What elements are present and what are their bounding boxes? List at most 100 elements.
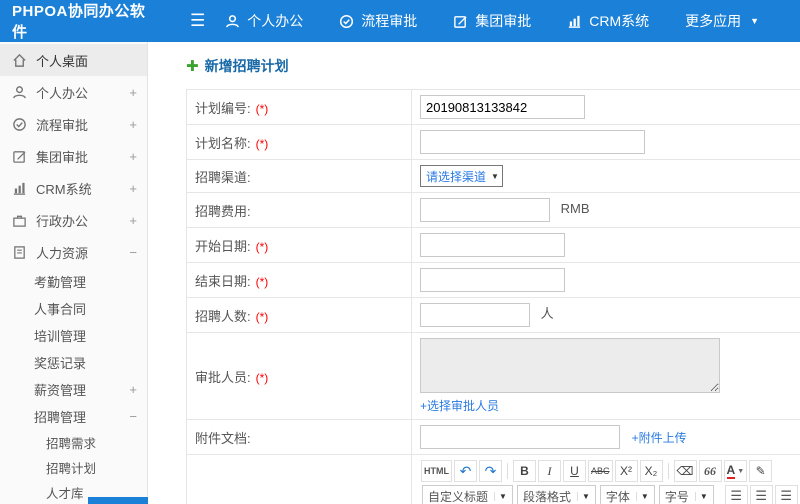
person-icon — [12, 85, 27, 100]
bold-button[interactable]: B — [513, 460, 536, 482]
top-navigation: 个人办公 流程审批 集团审批 CRM系统 更多应用 ▼ — [225, 11, 759, 31]
attachment-upload-link[interactable]: +附件上传 — [632, 429, 687, 446]
superscript-button[interactable]: X² — [614, 460, 638, 482]
subscript-button[interactable]: X₂ — [639, 460, 663, 482]
expand-toggle[interactable]: + — [125, 85, 137, 100]
remove-format-button[interactable]: ⌫ — [673, 460, 697, 482]
required-marker: (*) — [255, 239, 269, 254]
chevron-down-icon: ▼ — [737, 467, 745, 475]
form-row-plan-number: 计划编号: (*) — [186, 89, 800, 125]
topnav-personal-office[interactable]: 个人办公 — [225, 11, 303, 31]
align-left-icon[interactable]: ☰ — [724, 485, 748, 504]
highlight-button[interactable]: ✎ — [749, 460, 773, 482]
person-icon — [225, 14, 240, 29]
sidebar-item-recruit-demand[interactable]: 招聘需求 — [0, 430, 147, 455]
sidebar-item-rewards[interactable]: 奖惩记录 — [0, 349, 147, 376]
channel-select[interactable]: 请选择渠道 ▼ — [420, 165, 503, 187]
font-color-button[interactable]: A ▼ — [723, 460, 748, 482]
expand-toggle[interactable]: + — [125, 181, 137, 196]
hr-book-icon — [12, 245, 27, 260]
expand-toggle[interactable]: + — [125, 213, 137, 228]
strikethrough-button[interactable]: ABC — [588, 460, 613, 482]
plan-number-input[interactable] — [420, 95, 585, 119]
expand-toggle[interactable]: + — [125, 149, 137, 164]
field-label: 结束日期: (*) — [186, 262, 412, 298]
sidebar-item-label: 集团审批 — [36, 149, 89, 165]
sidebar-item-crm[interactable]: CRM系统 + — [0, 172, 147, 204]
chevron-down-icon: ▼ — [635, 491, 649, 501]
expand-toggle[interactable]: + — [125, 382, 137, 397]
flow-check-icon — [339, 14, 354, 29]
sidebar-item-label: CRM系统 — [36, 181, 92, 197]
hamburger-icon[interactable]: ☰ — [190, 11, 205, 31]
topnav-group-approval[interactable]: 集团审批 — [453, 11, 531, 31]
sidebar-item-workflow-approval[interactable]: 流程审批 + — [0, 108, 147, 140]
sidebar-item-group-approval[interactable]: 集团审批 + — [0, 140, 147, 172]
sidebar-item-label: 流程审批 — [36, 117, 89, 133]
sidebar-item-label: 个人桌面 — [36, 53, 89, 69]
collapse-toggle[interactable]: − — [125, 409, 137, 424]
field-label: 附件文档: — [186, 419, 412, 455]
sidebar-item-desktop[interactable]: 个人桌面 — [0, 44, 147, 76]
chevron-down-icon: ▼ — [494, 491, 507, 501]
choose-approvers-link[interactable]: +选择审批人员 — [420, 397, 499, 414]
topnav-crm[interactable]: CRM系统 — [567, 11, 649, 31]
sidebar-item-hr-contract[interactable]: 人事合同 — [0, 295, 147, 322]
sidebar-item-admin-office[interactable]: 行政办公 + — [0, 204, 147, 236]
underline-button[interactable]: U — [563, 460, 586, 482]
headcount-suffix: 人 — [540, 306, 554, 322]
sidebar-item-label: 招聘计划 — [46, 462, 97, 476]
sidebar: 个人桌面 个人办公 + 流程审批 + 集团审批 + CRM系统 + 行政办公 + — [0, 42, 148, 504]
field-label: 审批人员: (*) — [186, 332, 412, 420]
sidebar-item-hr[interactable]: 人力资源 − — [0, 236, 147, 268]
plan-name-input[interactable] — [420, 130, 645, 154]
end-date-input[interactable] — [420, 268, 565, 292]
editor-toolbar-row-1: HTML ↶ ↷ B I U ABC X² X₂ ⌫ 66 A ▼ ✎ — [420, 460, 800, 482]
sidebar-item-training[interactable]: 培训管理 — [0, 322, 147, 349]
approvers-textarea[interactable] — [420, 338, 720, 393]
start-date-input[interactable] — [420, 233, 565, 257]
paragraph-format-select[interactable]: 段落格式 ▼ — [516, 485, 596, 504]
sidebar-item-recruit-mgmt[interactable]: 招聘管理 − — [0, 403, 147, 430]
custom-heading-select[interactable]: 自定义标题 ▼ — [422, 485, 513, 504]
sidebar-item-recruit-plan[interactable]: 招聘计划 — [0, 455, 147, 480]
italic-button[interactable]: I — [538, 460, 561, 482]
sidebar-scrollbar[interactable] — [88, 497, 148, 504]
align-right-icon[interactable]: ☰ — [774, 485, 798, 504]
attachment-input[interactable] — [420, 425, 620, 449]
redo-button[interactable]: ↷ — [479, 460, 502, 482]
cost-input[interactable] — [420, 198, 550, 222]
sidebar-item-label: 培训管理 — [34, 329, 87, 344]
sidebar-item-attendance[interactable]: 考勤管理 — [0, 268, 147, 295]
sidebar-item-label: 个人办公 — [36, 85, 89, 101]
toolbar-separator — [507, 463, 508, 479]
main-content: ✚ 新增招聘计划 计划编号:(*) 计划名称:(*) 招聘渠道: 请选择渠道 ▼ — [148, 42, 800, 504]
form-row-editor: HTML ↶ ↷ B I U ABC X² X₂ ⌫ 66 A ▼ ✎ 自定义标… — [186, 454, 800, 504]
sidebar-item-personal-office[interactable]: 个人办公 + — [0, 76, 147, 108]
form-row-channel: 招聘渠道: 请选择渠道 ▼ — [186, 159, 800, 193]
expand-toggle[interactable]: + — [125, 117, 137, 132]
sidebar-item-label: 招聘需求 — [46, 437, 97, 451]
main-layout: 个人桌面 个人办公 + 流程审批 + 集团审批 + CRM系统 + 行政办公 + — [0, 42, 800, 504]
blockquote-button[interactable]: 66 — [698, 460, 722, 482]
font-family-select[interactable]: 字体 ▼ — [599, 485, 655, 504]
html-source-button[interactable]: HTML — [421, 460, 452, 482]
align-center-icon[interactable]: ☰ — [749, 485, 773, 504]
channel-select-value: 请选择渠道 — [426, 169, 487, 184]
headcount-input[interactable] — [420, 303, 530, 327]
required-marker: (*) — [255, 136, 269, 151]
home-icon — [12, 53, 27, 68]
chevron-down-icon: ▼ — [576, 491, 590, 501]
sidebar-item-salary[interactable]: 薪资管理 + — [0, 376, 147, 403]
undo-button[interactable]: ↶ — [454, 460, 477, 482]
bar-chart-icon — [12, 181, 27, 196]
sidebar-item-label: 考勤管理 — [34, 275, 87, 290]
font-size-select[interactable]: 字号 ▼ — [658, 485, 714, 504]
edit-icon — [12, 149, 27, 164]
add-plus-icon: ✚ — [186, 58, 199, 75]
editor-toolbar-row-2: 自定义标题▼ 段落格式▼ 字体▼ 字号▼ ☰ ☰ ☰ ≣ ≔ ≕ ⇥ — [420, 485, 800, 504]
required-marker: (*) — [255, 370, 269, 385]
topnav-workflow-approval[interactable]: 流程审批 — [339, 11, 417, 31]
collapse-toggle[interactable]: − — [125, 245, 137, 260]
topnav-more-apps[interactable]: 更多应用 ▼ — [685, 11, 759, 31]
